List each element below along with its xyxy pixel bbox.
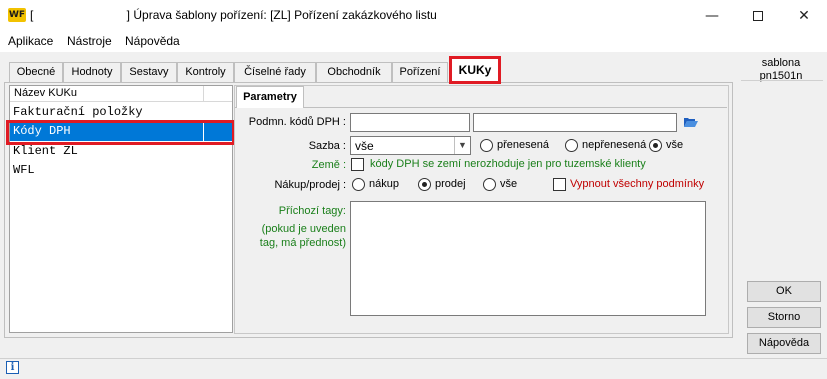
nakup-label: Nákup/prodej : bbox=[274, 179, 346, 191]
app-logo: WF bbox=[8, 8, 26, 22]
ok-button[interactable]: OK bbox=[747, 281, 821, 302]
window-title: [ ] Úprava šablony pořízení: [ZL] Poříze… bbox=[30, 8, 437, 22]
nakup-option-prodej: prodej bbox=[435, 178, 466, 190]
sazba-label: Sazba : bbox=[308, 140, 346, 152]
vypnout-checkbox[interactable] bbox=[553, 178, 566, 191]
zeme-label: Země : bbox=[311, 159, 346, 171]
prichozi-label: Příchozí tagy: bbox=[278, 205, 346, 217]
prichozi-textarea[interactable] bbox=[350, 201, 706, 316]
tab-porizeni[interactable]: Pořízení bbox=[392, 62, 448, 82]
napoveda-button[interactable]: Nápověda bbox=[747, 333, 821, 354]
close-icon: ✕ bbox=[798, 7, 810, 24]
sazba-option-prenesena: přenesená bbox=[497, 139, 549, 151]
maximize-button[interactable] bbox=[735, 0, 781, 31]
tab-sestavy[interactable]: Sestavy bbox=[121, 62, 177, 82]
sazba-radio-prenesena[interactable] bbox=[480, 139, 493, 152]
maximize-icon bbox=[753, 10, 763, 21]
folder-open-icon[interactable] bbox=[683, 115, 699, 129]
nakup-option-nakup: nákup bbox=[369, 178, 399, 190]
sazba-radio-neprenesena[interactable] bbox=[565, 139, 578, 152]
zeme-checkbox-label: kódy DPH se zemí nerozhoduje jen pro tuz… bbox=[370, 158, 646, 170]
tab-obecne[interactable]: Obecné bbox=[9, 62, 63, 82]
sazba-select-value: vše bbox=[355, 139, 374, 153]
nakup-radio-prodej[interactable] bbox=[418, 178, 431, 191]
menu-nastroje[interactable]: Nástroje bbox=[67, 34, 112, 48]
minimize-icon: — bbox=[705, 7, 719, 24]
prichozi-note: (pokud je uveden tag, má přednost) bbox=[259, 223, 346, 249]
sablona-line2: pn1501n bbox=[759, 70, 803, 82]
tab-parametry[interactable]: Parametry bbox=[236, 86, 304, 108]
menu-napoveda[interactable]: Nápověda bbox=[125, 34, 180, 48]
storno-button[interactable]: Storno bbox=[747, 307, 821, 328]
sablona-line1: sablona bbox=[761, 57, 801, 69]
tab-hodnoty[interactable]: Hodnoty bbox=[63, 62, 121, 82]
podmn-input-2[interactable] bbox=[473, 113, 677, 132]
podmn-input[interactable] bbox=[350, 113, 470, 132]
list-item[interactable]: Klient ZL bbox=[10, 142, 232, 161]
tab-ciselne-rady[interactable]: Číselné řady bbox=[234, 62, 316, 82]
sazba-select[interactable]: vše ▼ bbox=[350, 136, 471, 155]
menu-aplikace[interactable]: Aplikace bbox=[8, 34, 53, 48]
chevron-down-icon[interactable]: ▼ bbox=[454, 137, 470, 154]
tab-kontroly[interactable]: Kontroly bbox=[177, 62, 234, 82]
side-divider bbox=[741, 80, 823, 81]
minimize-button[interactable]: — bbox=[689, 0, 735, 31]
tab-highlight-box bbox=[449, 56, 501, 84]
list-item[interactable]: WFL bbox=[10, 161, 232, 180]
zeme-checkbox[interactable] bbox=[351, 158, 364, 171]
sazba-option-vse: vše bbox=[666, 139, 684, 151]
status-bar bbox=[0, 358, 827, 379]
sazba-option-neprenesena: nepřenesená bbox=[582, 139, 647, 151]
tab-obchodnik[interactable]: Obchodník bbox=[316, 62, 392, 82]
nakup-option-vse: vše bbox=[500, 178, 518, 190]
info-icon[interactable]: i bbox=[6, 361, 19, 374]
nakup-radio-nakup[interactable] bbox=[352, 178, 365, 191]
close-button[interactable]: ✕ bbox=[781, 0, 827, 31]
sazba-radio-vse[interactable] bbox=[649, 139, 662, 152]
vypnout-checkbox-label: Vypnout všechny podmínky bbox=[570, 178, 705, 190]
podmn-label: Podmn. kódů DPH : bbox=[248, 116, 346, 128]
list-header-label: Název KUKu bbox=[14, 87, 77, 99]
nakup-radio-vse[interactable] bbox=[483, 178, 496, 191]
list-header-divider bbox=[203, 86, 204, 102]
